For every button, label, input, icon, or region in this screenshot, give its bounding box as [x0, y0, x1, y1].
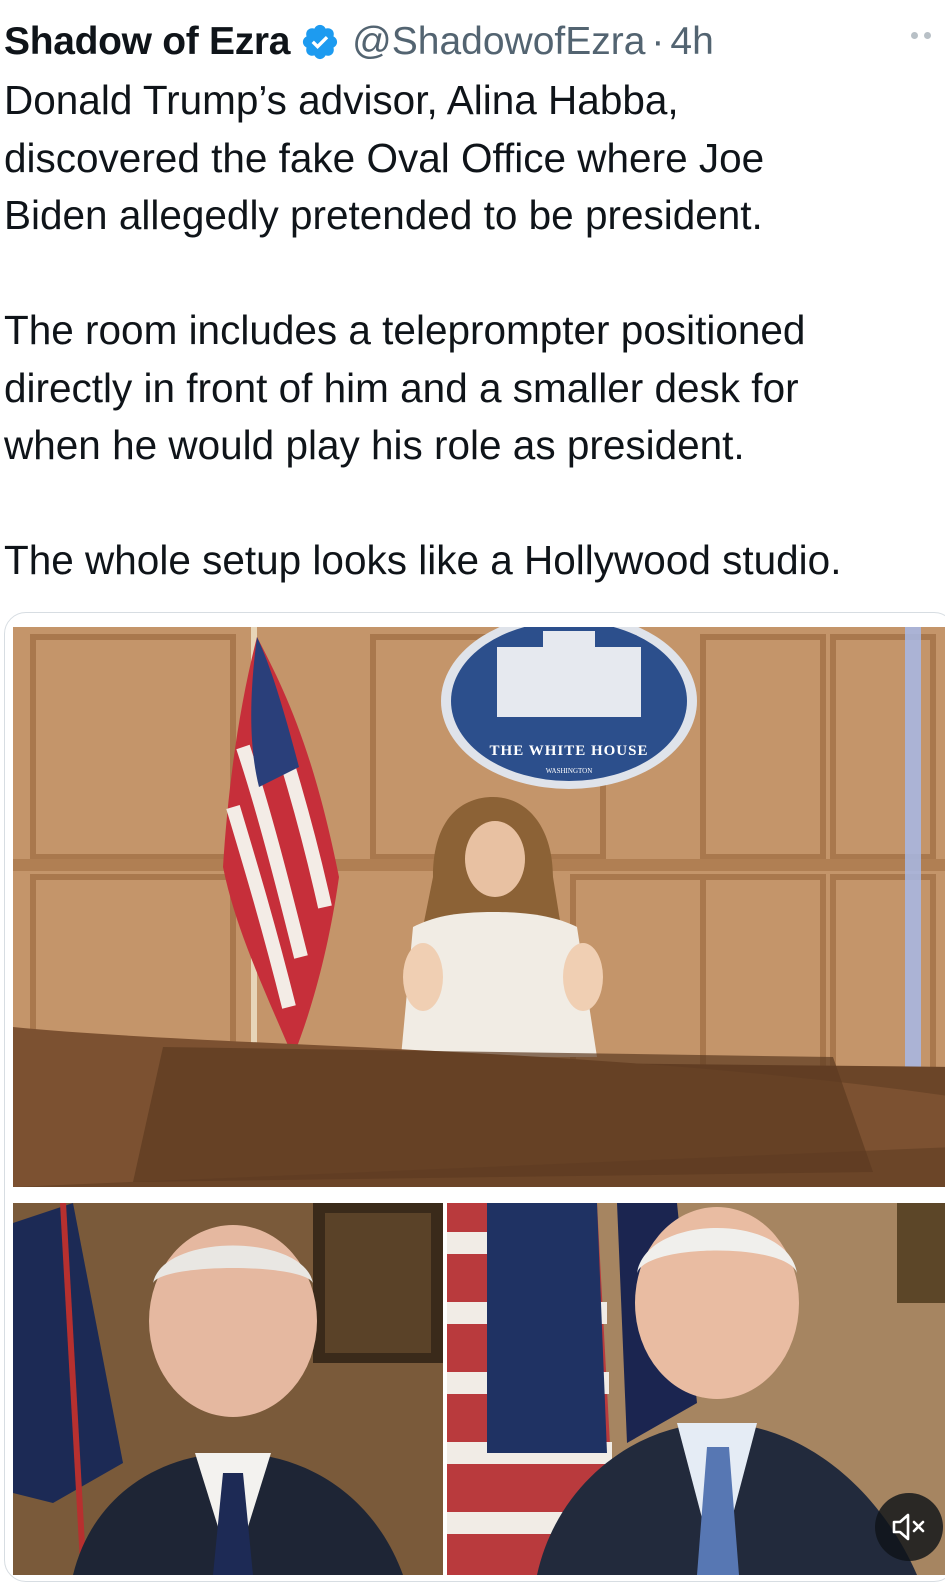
verified-badge-icon[interactable]	[300, 22, 340, 62]
volume-muted-icon	[892, 1513, 925, 1541]
video-panel-right	[447, 1203, 945, 1575]
tweet-paragraph: Donald Trump’s advisor, Alina Habba, dis…	[4, 77, 765, 238]
more-dot	[924, 32, 931, 39]
tweet-header: Shadow of Ezra @ShadowofEzra · 4h	[4, 14, 714, 70]
more-dot	[911, 32, 918, 39]
press-room-scene: THE WHITE HOUSE WASHINGTON	[13, 627, 945, 1187]
video-frame: THE WHITE HOUSE WASHINGTON	[13, 627, 945, 1575]
separator-dot: ·	[651, 20, 665, 63]
biden-right-scene	[447, 1203, 945, 1575]
video-panel-press-room: THE WHITE HOUSE WASHINGTON	[13, 627, 945, 1187]
biden-left-scene	[13, 1203, 443, 1575]
media-container[interactable]: THE WHITE HOUSE WASHINGTON	[4, 612, 945, 1582]
tweet-paragraph: The whole setup looks like a Hollywood s…	[4, 537, 842, 583]
mute-button[interactable]	[875, 1493, 943, 1561]
author-handle[interactable]: @ShadowofEzra	[352, 20, 645, 64]
seal-subtext: WASHINGTON	[546, 767, 593, 775]
video-panel-left	[13, 1203, 443, 1575]
tweet-paragraph: The room includes a teleprompter positio…	[4, 307, 806, 468]
more-options-icon[interactable]	[911, 32, 931, 39]
author-name[interactable]: Shadow of Ezra	[4, 20, 290, 64]
seal-text: THE WHITE HOUSE	[490, 743, 649, 759]
tweet-text: Donald Trump’s advisor, Alina Habba, dis…	[4, 72, 939, 590]
timestamp[interactable]: 4h	[670, 20, 713, 64]
